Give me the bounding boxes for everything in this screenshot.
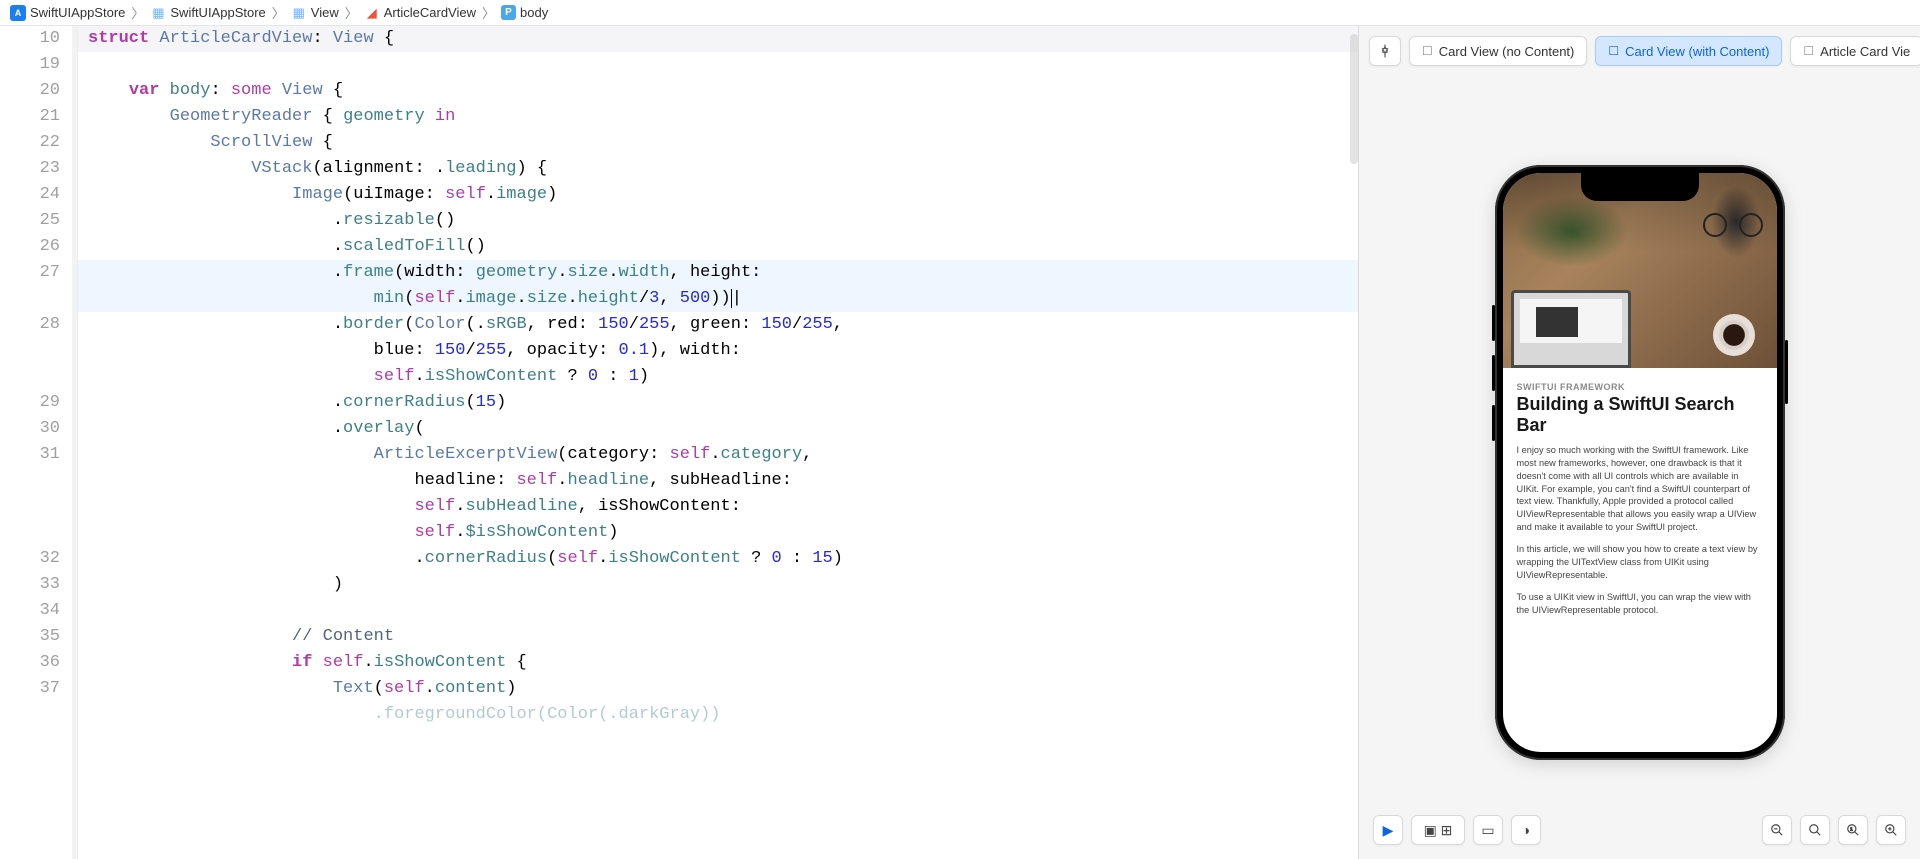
article-category: SWIFTUI FRAMEWORK [1517, 382, 1763, 392]
preview-canvas[interactable]: SWIFTUI FRAMEWORK Building a SwiftUI Sea… [1359, 66, 1920, 859]
preview-tab-2[interactable]: ☐ Card View (with Content) [1595, 36, 1782, 66]
pin-button[interactable] [1369, 36, 1401, 66]
bc-file[interactable]: ArticleCardView [384, 5, 476, 20]
bag-icon: ☐ [1422, 44, 1433, 58]
zoom-out-button[interactable] [1762, 815, 1792, 845]
bag-icon: ☐ [1608, 44, 1619, 58]
article-header: SWIFTUI FRAMEWORK Building a SwiftUI Sea… [1503, 368, 1777, 444]
zoom-fit-button[interactable] [1800, 815, 1830, 845]
bc-symbol[interactable]: body [520, 5, 548, 20]
zoom-actual-button[interactable]: 1 [1838, 815, 1868, 845]
chevron-icon: 〉 [480, 3, 497, 22]
device-notch [1581, 173, 1699, 201]
swift-icon: ◢ [364, 5, 380, 21]
article-paragraph: In this article, we will show you how to… [1517, 543, 1763, 581]
chevron-icon: 〉 [343, 3, 360, 22]
device-settings-button[interactable]: ▭ [1473, 815, 1503, 845]
preview-tab-1[interactable]: ☐ Card View (no Content) [1409, 36, 1587, 66]
project-icon: A [10, 5, 26, 21]
preview-toolbar: ☐ Card View (no Content) ☐ Card View (with… [1359, 26, 1920, 66]
preview-tab-3[interactable]: ☐ Article Card Vie [1790, 36, 1920, 66]
code-editor[interactable]: 1019202122232425262728293031323334353637… [0, 26, 1358, 859]
bc-target[interactable]: SwiftUIAppStore [170, 5, 265, 20]
bc-folder[interactable]: View [311, 5, 339, 20]
code-area[interactable]: struct ArticleCardView: View { var body:… [78, 26, 1358, 859]
line-gutter: 1019202122232425262728293031323334353637 [0, 26, 72, 859]
article-headline: Building a SwiftUI Search Bar [1517, 394, 1763, 436]
preview-panel: ☐ Card View (no Content) ☐ Card View (with… [1358, 26, 1920, 859]
folder-icon: ▦ [291, 5, 307, 21]
zoom-in-button[interactable] [1876, 815, 1906, 845]
play-button[interactable]: ▶ [1373, 815, 1403, 845]
folder-icon: ▦ [150, 5, 166, 21]
property-icon: P [501, 5, 516, 20]
article-body: I enjoy so much working with the SwiftUI… [1503, 444, 1777, 616]
preview-bottom-toolbar: ▶ ▣ ⊞ ▭ ◑ 1 [1359, 815, 1920, 845]
device-screen: SWIFTUI FRAMEWORK Building a SwiftUI Sea… [1503, 173, 1777, 752]
svg-text:1: 1 [1850, 827, 1853, 832]
scrollbar[interactable] [1350, 34, 1358, 164]
pill-label: Card View (no Content) [1439, 44, 1575, 59]
bc-project[interactable]: SwiftUIAppStore [30, 5, 125, 20]
variants-button[interactable]: ◑ [1511, 815, 1541, 845]
breadcrumb[interactable]: A SwiftUIAppStore 〉 ▦ SwiftUIAppStore 〉 … [0, 0, 1920, 26]
hero-image [1503, 173, 1777, 368]
article-paragraph: I enjoy so much working with the SwiftUI… [1517, 444, 1763, 533]
chevron-icon: 〉 [129, 3, 146, 22]
pill-label: Article Card Vie [1820, 44, 1910, 59]
chevron-icon: 〉 [270, 3, 287, 22]
article-paragraph: To use a UIKit view in SwiftUI, you can … [1517, 591, 1763, 616]
device-frame: SWIFTUI FRAMEWORK Building a SwiftUI Sea… [1495, 165, 1785, 760]
bag-icon: ☐ [1803, 44, 1814, 58]
layout-buttons[interactable]: ▣ ⊞ [1411, 815, 1465, 845]
pill-label: Card View (with Content) [1625, 44, 1769, 59]
